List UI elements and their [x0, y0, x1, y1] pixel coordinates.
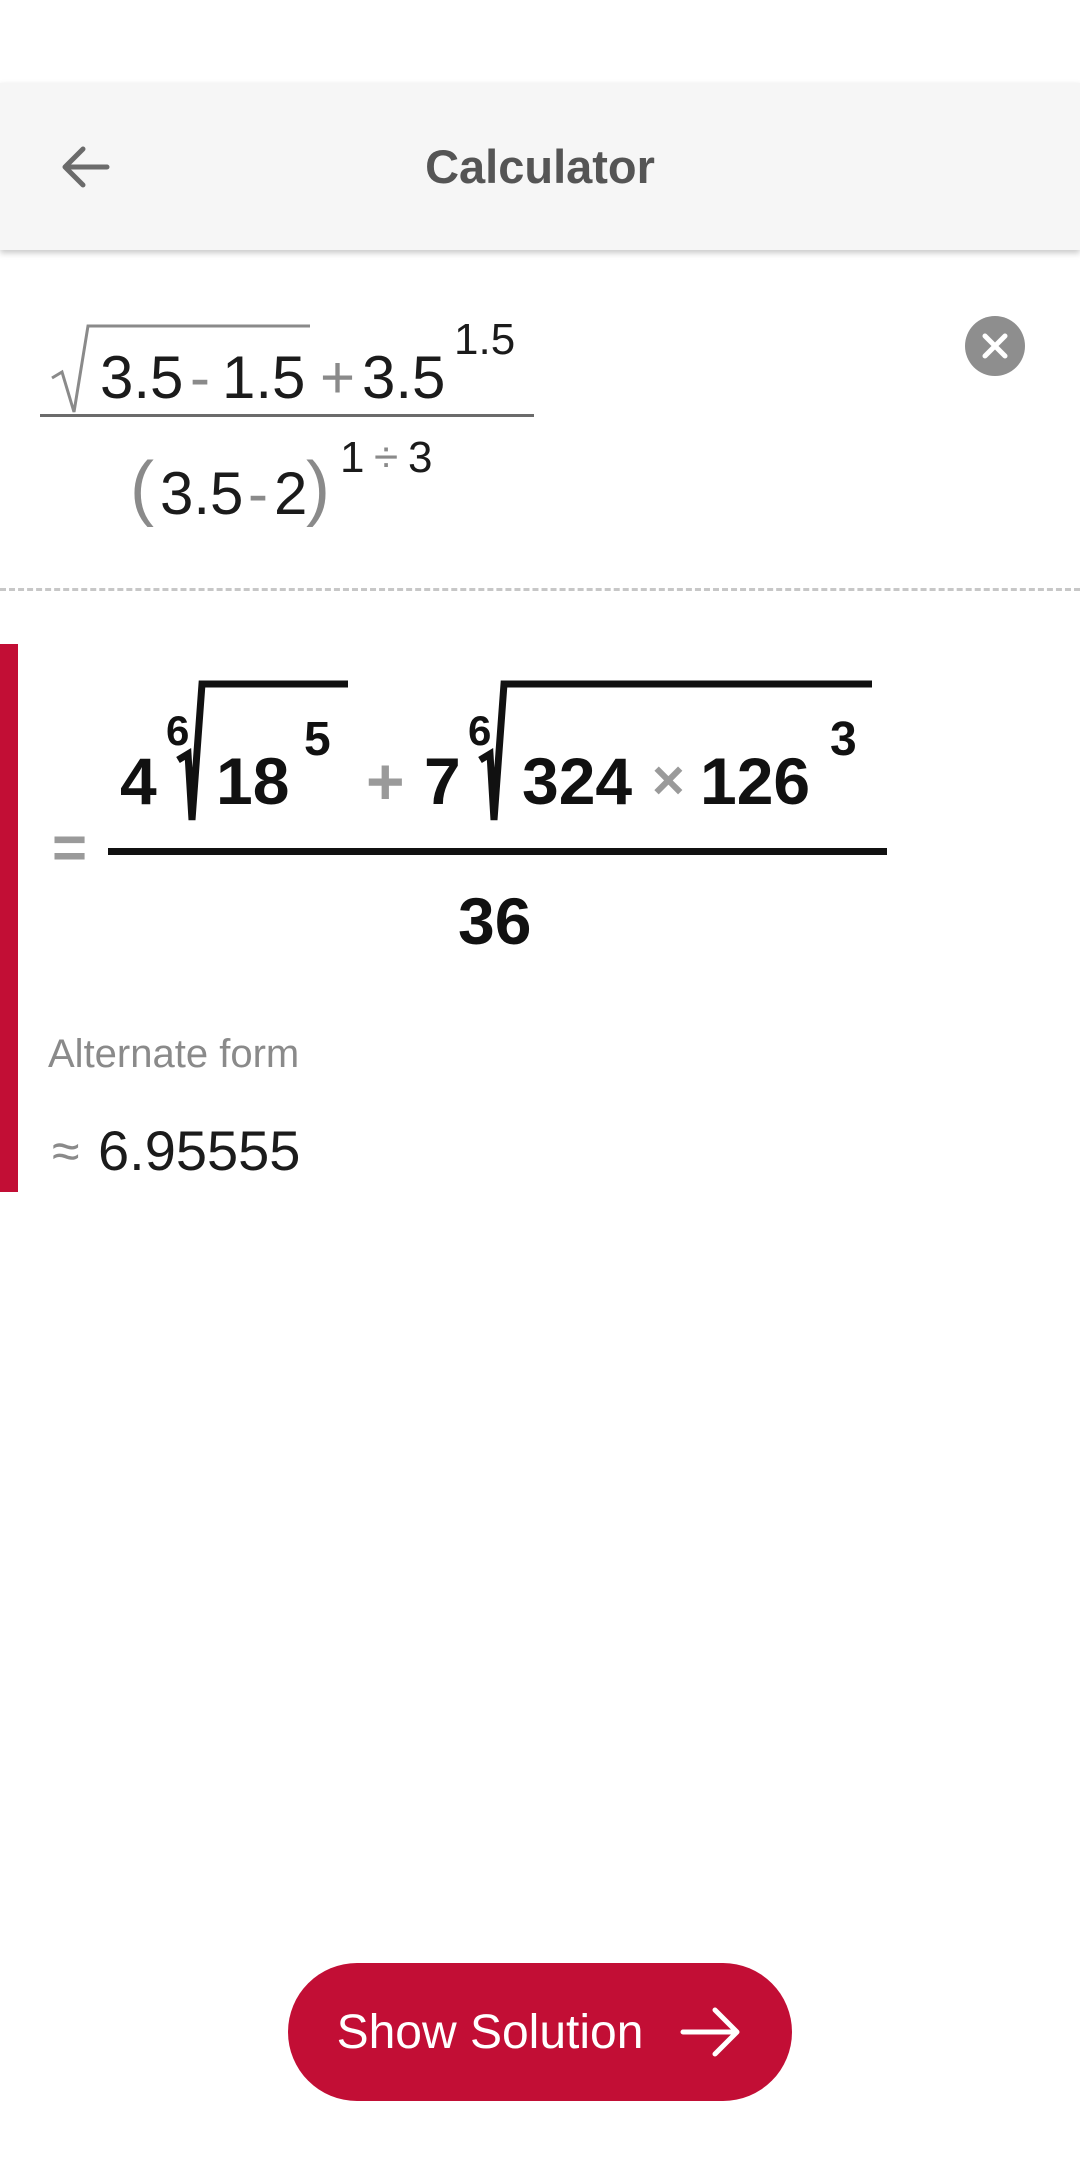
sqrt-arg-b: 1.5 — [222, 344, 306, 411]
power-base: 3.5 — [362, 344, 446, 411]
close-paren: ) — [306, 448, 330, 528]
plus-operator: + — [320, 344, 356, 411]
denominator-b: 2 — [274, 460, 308, 527]
toolbar: Calculator — [0, 83, 1080, 250]
root-2-factor-a: 324 — [522, 744, 633, 818]
equals-sign: = — [52, 814, 88, 881]
result-fraction-bar — [108, 848, 887, 855]
back-button[interactable] — [40, 83, 130, 250]
clear-button[interactable] — [965, 316, 1025, 376]
root-2-exponent: 3 — [830, 713, 857, 766]
denominator-minus: - — [248, 460, 268, 527]
power-exponent: 1.5 — [454, 315, 516, 364]
alternate-form-label: Alternate form — [48, 1032, 300, 1076]
denominator-exp-b: 3 — [408, 433, 433, 482]
root-2-factor-b: 126 — [700, 744, 811, 818]
close-icon — [982, 333, 1008, 359]
show-solution-button[interactable]: Show Solution — [288, 1963, 792, 2101]
open-paren: ( — [130, 448, 154, 528]
approx-symbol: ≈ — [52, 1123, 80, 1179]
arrow-right-icon — [680, 2007, 740, 2057]
minus-operator: - — [190, 344, 210, 411]
show-solution-label: Show Solution — [336, 2005, 644, 2059]
times-operator: × — [652, 748, 685, 811]
result-accent-bar — [0, 644, 18, 1192]
coefficient-2: 7 — [424, 744, 461, 818]
divider — [0, 588, 1080, 591]
result-plus: + — [366, 744, 405, 818]
calculator-screen: Calculator 3.5 - 1.5 + 3.5 1.5 ( 3.5 - 2… — [0, 0, 1080, 2160]
root-1-exponent: 5 — [304, 713, 331, 766]
result-denominator: 36 — [458, 884, 532, 958]
root-1-base: 18 — [216, 744, 290, 818]
denominator-exp-op: ÷ — [374, 433, 399, 482]
sqrt-arg-a: 3.5 — [100, 344, 184, 411]
coefficient-1: 4 — [120, 744, 157, 818]
page-title: Calculator — [425, 140, 655, 193]
arrow-left-icon — [62, 146, 110, 187]
denominator-a: 3.5 — [160, 460, 244, 527]
denominator-exp-a: 1 — [340, 433, 365, 482]
approx-value: 6.95555 — [98, 1119, 301, 1182]
fraction-bar — [40, 414, 534, 417]
